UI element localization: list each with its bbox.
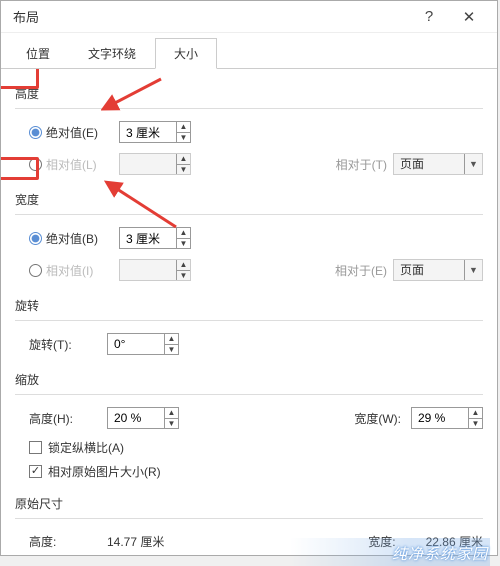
height-relative-radio[interactable]: 相对值(L) xyxy=(29,156,119,173)
spin-down-icon[interactable]: ▼ xyxy=(165,418,178,429)
spin-down-icon[interactable]: ▼ xyxy=(165,344,178,355)
help-button[interactable]: ? xyxy=(409,3,449,31)
chevron-down-icon: ▼ xyxy=(464,154,482,174)
width-absolute-spinner[interactable]: ▲▼ xyxy=(119,227,191,249)
group-rotate-title: 旋转 xyxy=(15,297,39,314)
relative-original-checkbox[interactable]: ✓ 相对原始图片大小(R) xyxy=(15,459,483,483)
height-relative-to-combo: 页面 ▼ xyxy=(393,153,483,175)
original-height-value: 14.77 厘米 xyxy=(107,533,164,550)
width-absolute-radio-input[interactable] xyxy=(29,232,42,245)
width-absolute-row: 绝对值(B) ▲▼ xyxy=(15,223,483,253)
group-original-title: 原始尺寸 xyxy=(15,495,63,512)
spin-up-icon[interactable]: ▲ xyxy=(165,334,178,344)
height-absolute-row: 绝对值(E) ▲▼ xyxy=(15,117,483,147)
spin-up-icon[interactable]: ▲ xyxy=(165,408,178,418)
height-absolute-input[interactable] xyxy=(120,122,176,142)
height-absolute-spinner[interactable]: ▲▼ xyxy=(119,121,191,143)
width-relative-to-combo: 页面 ▼ xyxy=(393,259,483,281)
width-absolute-radio[interactable]: 绝对值(B) xyxy=(29,230,119,247)
width-absolute-input[interactable] xyxy=(120,228,176,248)
rotate-input[interactable] xyxy=(108,334,164,354)
lock-ratio-checkbox[interactable]: 锁定纵横比(A) xyxy=(15,435,483,459)
tab-position[interactable]: 位置 xyxy=(7,38,69,69)
spin-up-icon[interactable]: ▲ xyxy=(177,122,190,132)
height-absolute-radio[interactable]: 绝对值(E) xyxy=(29,124,119,141)
rotate-spinner[interactable]: ▲▼ xyxy=(107,333,179,355)
checkbox-icon xyxy=(29,441,42,454)
checkbox-checked-icon: ✓ xyxy=(29,465,42,478)
scale-width-label: 宽度(W): xyxy=(354,410,401,427)
scale-width-input[interactable] xyxy=(412,408,468,428)
height-relative-to-label: 相对于(T) xyxy=(336,156,387,173)
width-relative-to-label: 相对于(E) xyxy=(335,262,387,279)
tab-text-wrapping[interactable]: 文字环绕 xyxy=(69,38,155,69)
scale-height-label: 高度(H): xyxy=(29,410,107,427)
spin-up-icon[interactable]: ▲ xyxy=(469,408,482,418)
scale-width-spinner[interactable]: ▲▼ xyxy=(411,407,483,429)
height-relative-row: 相对值(L) ▲▼ 相对于(T) 页面 ▼ xyxy=(15,149,483,179)
width-relative-radio-input[interactable] xyxy=(29,264,42,277)
original-height-label: 高度: xyxy=(29,533,107,550)
width-relative-row: 相对值(I) ▲▼ 相对于(E) 页面 ▼ xyxy=(15,255,483,285)
titlebar: 布局 ? ✕ xyxy=(1,1,497,33)
height-relative-radio-input[interactable] xyxy=(29,158,42,171)
width-relative-radio[interactable]: 相对值(I) xyxy=(29,262,119,279)
chevron-down-icon: ▼ xyxy=(464,260,482,280)
content-area: 高度 绝对值(E) ▲▼ 相对值(L) ▲▼ xyxy=(1,69,497,555)
group-scale-title: 缩放 xyxy=(15,371,39,388)
spin-up-icon[interactable]: ▲ xyxy=(177,228,190,238)
rotate-label: 旋转(T): xyxy=(29,336,107,353)
spin-down-icon[interactable]: ▼ xyxy=(177,132,190,143)
height-absolute-radio-input[interactable] xyxy=(29,126,42,139)
width-relative-spinner: ▲▼ xyxy=(119,259,191,281)
scale-height-spinner[interactable]: ▲▼ xyxy=(107,407,179,429)
close-button[interactable]: ✕ xyxy=(449,3,489,31)
scale-height-input[interactable] xyxy=(108,408,164,428)
group-height-title: 高度 xyxy=(15,85,39,102)
tab-strip: 位置 文字环绕 大小 xyxy=(1,33,497,69)
group-width-title: 宽度 xyxy=(15,191,39,208)
height-relative-spinner: ▲▼ xyxy=(119,153,191,175)
spin-down-icon[interactable]: ▼ xyxy=(177,238,190,249)
tab-size[interactable]: 大小 xyxy=(155,38,217,69)
dialog-title: 布局 xyxy=(13,7,409,26)
watermark: 纯净系统家园 xyxy=(392,543,488,564)
layout-dialog: 布局 ? ✕ 位置 文字环绕 大小 高度 绝对值(E) ▲▼ xyxy=(0,0,498,556)
spin-down-icon[interactable]: ▼ xyxy=(469,418,482,429)
